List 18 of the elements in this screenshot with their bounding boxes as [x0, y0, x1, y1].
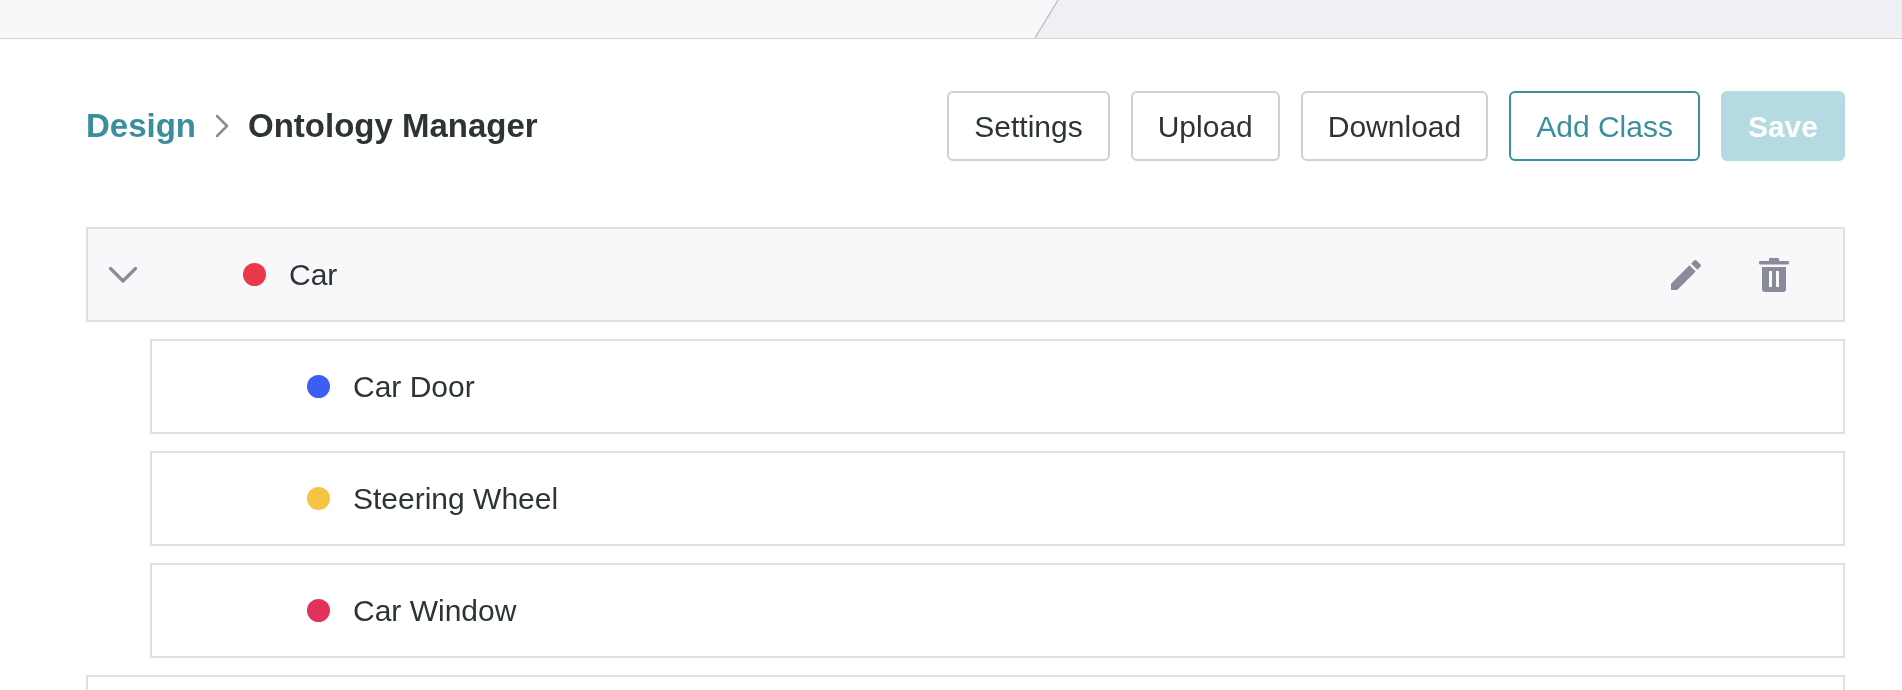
trash-icon[interactable] — [1759, 257, 1789, 292]
breadcrumb-link[interactable]: Design — [86, 101, 197, 151]
chevron-right-icon — [215, 114, 230, 138]
class-label: Car — [289, 257, 338, 293]
class-label: Steering Wheel — [353, 481, 559, 517]
toolbar-button[interactable]: Download — [1300, 91, 1489, 161]
class-label: Car Door — [353, 369, 475, 405]
pencil-icon[interactable] — [1671, 259, 1701, 290]
toolbar-button[interactable]: Settings — [947, 91, 1110, 161]
class-row[interactable]: Car Window — [150, 563, 1845, 658]
class-label: Car Window — [353, 593, 517, 629]
toolbar-button[interactable]: Upload — [1130, 91, 1280, 161]
page-title: Ontology Manager — [248, 106, 538, 147]
class-row[interactable]: Car — [86, 227, 1845, 322]
toolbar-button[interactable]: Add Class — [1509, 91, 1700, 161]
chevron-down-icon[interactable] — [108, 265, 138, 284]
class-row[interactable]: Steering Wheel — [150, 451, 1845, 546]
class-row[interactable]: Car Door — [150, 339, 1845, 434]
